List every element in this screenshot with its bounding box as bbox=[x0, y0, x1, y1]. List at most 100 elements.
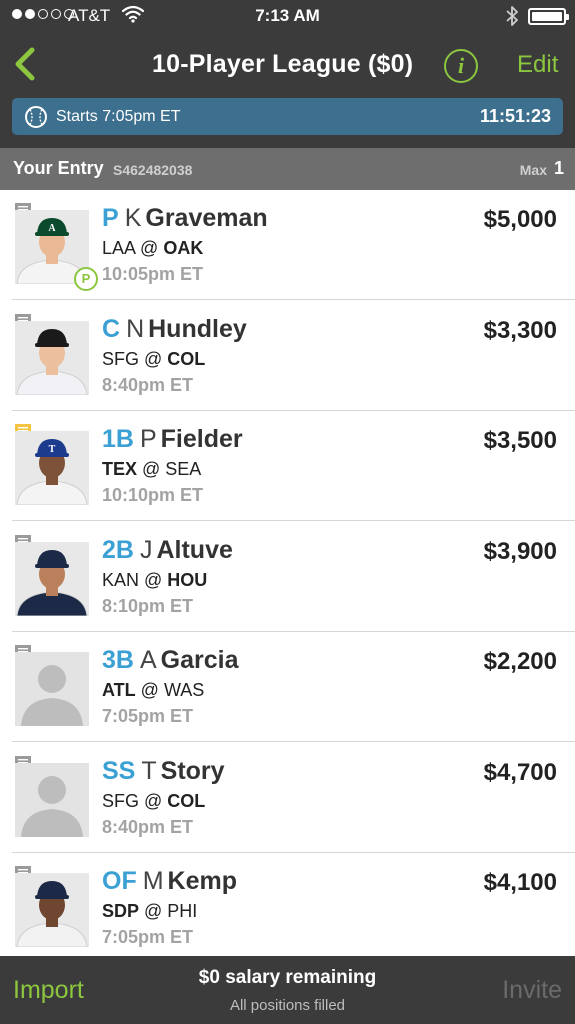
game-time: 8:10pm ET bbox=[102, 595, 194, 616]
player-salary: $3,300 bbox=[483, 316, 557, 344]
player-initial: T bbox=[141, 756, 157, 785]
away-team: KAN bbox=[102, 569, 140, 590]
entry-id: S462482038 bbox=[113, 162, 193, 178]
game-time: 10:10pm ET bbox=[102, 485, 204, 505]
player-name: 1B P Fielder bbox=[102, 425, 243, 454]
game-time: 7:05pm ET bbox=[102, 706, 194, 726]
player-salary: $4,700 bbox=[483, 758, 557, 786]
back-button[interactable] bbox=[8, 44, 44, 84]
player-name: P K Graveman bbox=[102, 204, 268, 233]
status-time: 7:13 AM bbox=[255, 6, 320, 25]
player-last-name: Hundley bbox=[148, 314, 247, 343]
entry-label: Your Entry bbox=[13, 158, 104, 178]
edit-button[interactable]: Edit bbox=[517, 51, 558, 79]
away-team: LAA bbox=[102, 238, 136, 258]
home-team: HOU bbox=[167, 569, 208, 590]
entry-header: Your Entry S462482038 Max 1 bbox=[0, 148, 575, 190]
player-matchup: KAN @ HOU bbox=[102, 569, 208, 590]
info-icon[interactable]: i bbox=[444, 49, 478, 83]
player-photo bbox=[15, 541, 89, 616]
start-banner: Starts 7:05pm ET 11:51:23 bbox=[12, 98, 563, 135]
player-row[interactable]: 3B A Garcia ATL @ WAS 7:05pm ET $2,200 bbox=[0, 632, 575, 742]
player-salary: $2,200 bbox=[483, 648, 557, 675]
player-initial: J bbox=[139, 535, 153, 564]
away-team: ATL bbox=[102, 680, 136, 700]
max-value: 1 bbox=[553, 158, 564, 178]
svg-text:T: T bbox=[49, 444, 56, 455]
player-photo bbox=[15, 320, 89, 395]
player-matchup: SFG @ COL bbox=[102, 348, 206, 369]
away-team: SFG bbox=[102, 348, 140, 369]
probable-pitcher-badge: P bbox=[74, 267, 98, 291]
salary-remaining: $0 salary remaining bbox=[198, 967, 377, 988]
home-team: COL bbox=[167, 790, 206, 811]
player-position: P bbox=[102, 204, 119, 232]
start-time: Starts 7:05pm ET bbox=[56, 108, 181, 125]
player-initial: N bbox=[126, 314, 145, 343]
player-position: 3B bbox=[102, 646, 134, 674]
player-last-name: Garcia bbox=[160, 646, 239, 674]
player-last-name: Fielder bbox=[160, 425, 243, 453]
player-matchup: SFG @ COL bbox=[102, 790, 206, 811]
player-photo: T bbox=[15, 431, 89, 505]
player-row[interactable]: A P P K Graveman LAA @ OAK 10:05pm ET $5,0… bbox=[0, 190, 575, 300]
player-name: 3B A Garcia bbox=[102, 646, 239, 675]
battery-icon bbox=[528, 8, 569, 25]
player-position: OF bbox=[102, 867, 137, 895]
invite-button[interactable]: Invite bbox=[502, 976, 562, 1005]
player-name: 2B J Altuve bbox=[102, 536, 233, 565]
player-salary: $5,000 bbox=[483, 206, 557, 233]
player-matchup: TEX @ SEA bbox=[102, 459, 202, 479]
player-row[interactable]: SS T Story SFG @ COL 8:40pm ET $4,700 bbox=[0, 743, 575, 853]
player-name: OF M Kemp bbox=[102, 867, 237, 896]
away-team: TEX bbox=[102, 459, 138, 479]
player-matchup: LAA @ OAK bbox=[102, 238, 204, 258]
player-row[interactable]: OF M Kemp SDP @ PHI 7:05pm ET $4,100 bbox=[0, 853, 575, 956]
svg-text:A: A bbox=[48, 223, 56, 234]
away-team: SDP bbox=[102, 901, 140, 921]
player-last-name: Kemp bbox=[167, 867, 238, 895]
player-salary: $4,100 bbox=[483, 869, 557, 896]
player-last-name: Altuve bbox=[156, 535, 233, 564]
player-placeholder-photo bbox=[15, 652, 89, 726]
player-position: 2B bbox=[102, 535, 134, 564]
game-time: 8:40pm ET bbox=[102, 816, 194, 837]
player-placeholder-photo bbox=[15, 762, 89, 837]
game-time: 7:05pm ET bbox=[102, 927, 194, 947]
nav-bar: 10-Player League ($0) i Edit bbox=[0, 34, 575, 96]
positions-status: All positions filled bbox=[229, 997, 346, 1014]
player-row[interactable]: 2B J Altuve KAN @ HOU 8:10pm ET $3,900 bbox=[0, 522, 575, 632]
player-salary: $3,900 bbox=[483, 537, 557, 565]
player-row[interactable]: C N Hundley SFG @ COL 8:40pm ET $3,300 bbox=[0, 301, 575, 411]
player-initial: K bbox=[124, 204, 142, 232]
home-team: PHI bbox=[167, 901, 198, 921]
away-team: SFG bbox=[102, 790, 140, 811]
game-time: 8:40pm ET bbox=[102, 374, 194, 395]
bluetooth-icon bbox=[505, 4, 519, 33]
player-last-name: Graveman bbox=[145, 204, 268, 232]
baseball-icon bbox=[25, 106, 47, 128]
roster-list: A P P K Graveman LAA @ OAK 10:05pm ET $5,0… bbox=[0, 190, 575, 956]
player-position: C bbox=[102, 314, 121, 343]
player-position: 1B bbox=[102, 425, 134, 453]
player-salary: $3,500 bbox=[483, 427, 557, 454]
home-team: SEA bbox=[165, 459, 202, 479]
player-name: SS T Story bbox=[102, 757, 225, 786]
player-matchup: SDP @ PHI bbox=[102, 901, 198, 921]
player-initial: M bbox=[142, 867, 164, 895]
player-name: C N Hundley bbox=[102, 315, 247, 344]
player-position: SS bbox=[102, 756, 136, 785]
chevron-left-icon bbox=[15, 47, 35, 81]
page-title: 10-Player League ($0) bbox=[152, 50, 414, 78]
player-initial: P bbox=[139, 425, 157, 453]
player-matchup: ATL @ WAS bbox=[102, 680, 205, 700]
top-bar: AT&T 7:13 AM 10-Player League ($0) i Edi… bbox=[0, 0, 575, 148]
player-row[interactable]: T 1B P Fielder TEX @ SEA 10:10pm ET $3,500 bbox=[0, 411, 575, 521]
player-last-name: Story bbox=[160, 756, 225, 785]
home-team: COL bbox=[167, 348, 206, 369]
footer-bar: Import $0 salary remaining All positions… bbox=[0, 956, 575, 1024]
home-team: WAS bbox=[163, 680, 205, 700]
max-label: Max bbox=[519, 162, 547, 178]
player-photo bbox=[15, 873, 89, 947]
home-team: OAK bbox=[163, 238, 204, 258]
